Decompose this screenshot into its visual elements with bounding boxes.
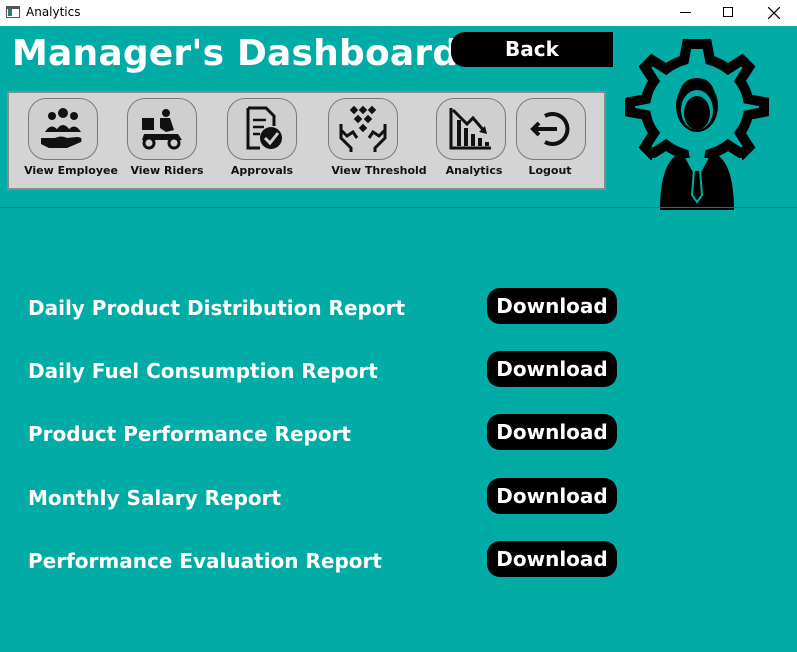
- minimize-button[interactable]: [662, 0, 708, 26]
- delivery-rider-icon: [127, 98, 197, 160]
- close-button[interactable]: [751, 0, 797, 26]
- analytics-chart-icon: [436, 98, 506, 160]
- approvals-label: Approvals: [230, 164, 294, 177]
- view-threshold-label: View Threshold: [331, 164, 427, 177]
- nav-toolbar: View Employee View Riders Approvals View…: [7, 91, 606, 190]
- header-divider: [0, 207, 797, 208]
- report-label: Performance Evaluation Report: [28, 549, 382, 573]
- report-row: Monthly Salary Report Download: [0, 478, 797, 518]
- report-label: Product Performance Report: [28, 422, 351, 446]
- page-title: Manager's Dashboard: [12, 33, 459, 74]
- threshold-hands-icon: [328, 98, 398, 160]
- maximize-icon: [723, 7, 733, 17]
- back-button[interactable]: Back: [451, 32, 613, 67]
- close-icon: [768, 7, 780, 19]
- report-row: Performance Evaluation Report Download: [0, 541, 797, 581]
- report-label: Monthly Salary Report: [28, 486, 282, 510]
- download-button[interactable]: Download: [487, 541, 617, 577]
- logout-button[interactable]: Logout: [503, 98, 603, 183]
- download-button[interactable]: Download: [487, 288, 617, 324]
- app-icon: [6, 6, 20, 18]
- employees-hand-icon: [28, 98, 98, 160]
- window-titlebar: Analytics: [0, 0, 797, 26]
- report-label: Daily Fuel Consumption Report: [28, 359, 378, 383]
- maximize-button[interactable]: [705, 0, 751, 26]
- view-riders-label: View Riders: [130, 164, 204, 177]
- report-row: Daily Product Distribution Report Downlo…: [0, 288, 797, 328]
- download-button[interactable]: Download: [487, 351, 617, 387]
- view-threshold-button[interactable]: View Threshold: [315, 98, 427, 183]
- logout-icon: [516, 98, 586, 160]
- view-employee-label: View Employee: [24, 164, 118, 177]
- download-button[interactable]: Download: [487, 414, 617, 450]
- report-label: Daily Product Distribution Report: [28, 296, 406, 320]
- approvals-button[interactable]: Approvals: [213, 98, 313, 183]
- window-title: Analytics: [26, 5, 81, 19]
- main-area: Manager's Dashboard Back View Employee V…: [0, 26, 797, 652]
- approval-document-icon: [227, 98, 297, 160]
- report-row: Product Performance Report Download: [0, 414, 797, 454]
- report-row: Daily Fuel Consumption Report Download: [0, 351, 797, 391]
- manager-gear-avatar-icon: [625, 39, 769, 210]
- view-riders-button[interactable]: View Riders: [114, 98, 214, 183]
- logout-label: Logout: [528, 164, 572, 177]
- download-button[interactable]: Download: [487, 478, 617, 514]
- view-employee-button[interactable]: View Employee: [15, 98, 118, 183]
- minimize-icon: [680, 12, 691, 13]
